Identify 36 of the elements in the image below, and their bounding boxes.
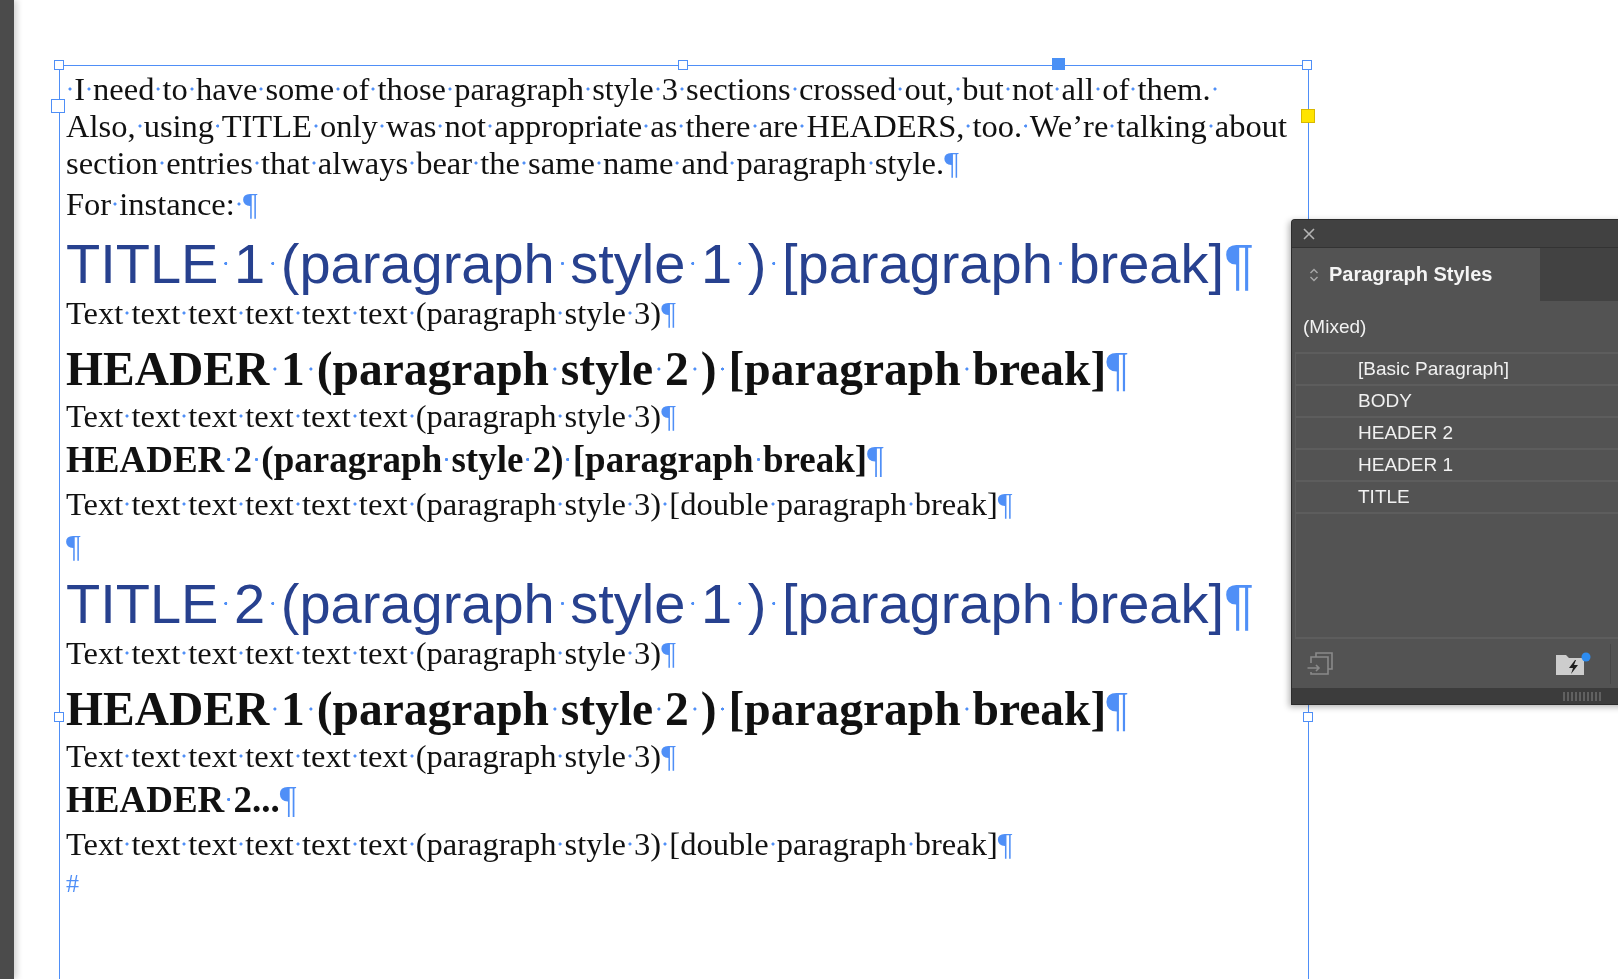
style-list-item[interactable]: TITLE [1296, 482, 1618, 514]
subheading-text: HEADER 2 (paragraph style 2) [paragraph break]¶ [66, 439, 884, 481]
body-text: Text text text text text text (paragraph style 3) [double paragraph break]¶ [66, 827, 1013, 861]
style-list-item[interactable]: HEADER 2 [1296, 418, 1618, 450]
frame-handle[interactable] [54, 60, 64, 70]
updown-chevron-icon[interactable] [1309, 266, 1319, 283]
selection-handle[interactable] [1052, 58, 1065, 70]
body-text: Text text text text text text (paragraph style 3) [double paragraph break]¶ [66, 487, 1013, 521]
close-icon[interactable] [1303, 227, 1315, 240]
frame-handle[interactable] [1302, 60, 1312, 70]
style-list-item[interactable]: BODY [1296, 386, 1618, 418]
heading-text: HEADER 1 (paragraph style 2 ) [paragraph break]¶ [66, 343, 1128, 395]
resize-grip-icon[interactable] [1563, 691, 1601, 701]
subheading-text: HEADER 2...¶ [66, 779, 297, 821]
arrow-into-frame-icon[interactable] [1307, 651, 1333, 676]
folder-bolt-icon[interactable] [1555, 651, 1591, 676]
body-text: For instance: ¶ [66, 186, 258, 223]
in-port-handle[interactable] [51, 99, 65, 113]
body-text: Text text text text text text (paragraph style 3)¶ [66, 739, 676, 773]
title-text: TITLE 1 (paragraph style 1 ) [paragraph break]¶ [66, 233, 1255, 295]
style-list-item[interactable]: HEADER 1 [1296, 450, 1618, 482]
title-text: TITLE 2 (paragraph style 1 ) [paragraph break]¶ [66, 573, 1255, 635]
frame-handle[interactable] [54, 712, 64, 722]
story-end-mark: # [66, 868, 79, 900]
style-list-item[interactable]: [Basic Paragraph] [1296, 354, 1618, 386]
heading-text: HEADER 1 (paragraph style 2 ) [paragraph break]¶ [66, 683, 1128, 735]
panel-tab[interactable]: Paragraph Styles [1292, 248, 1540, 301]
corner-option-handle[interactable] [1301, 109, 1315, 123]
frame-handle[interactable] [1303, 712, 1313, 722]
body-text: Text text text text text text (paragraph style 3)¶ [66, 636, 676, 670]
body-text: I need to have some of those paragraph style 3 sections crossed out, but not all of them. Also, using TITLE only was not appropriate as there are HEADERS, too. We’re talking about section entries that always bear the same name and paragraph style.¶ [66, 71, 1288, 182]
current-style-label: (Mixed) [1303, 315, 1367, 338]
body-text: Text text text text text text (paragraph style 3)¶ [66, 296, 676, 330]
paragraph-mark: ¶ [66, 529, 81, 563]
body-text: Text text text text text text (paragraph style 3)¶ [66, 399, 676, 433]
frame-handle[interactable] [678, 60, 688, 70]
